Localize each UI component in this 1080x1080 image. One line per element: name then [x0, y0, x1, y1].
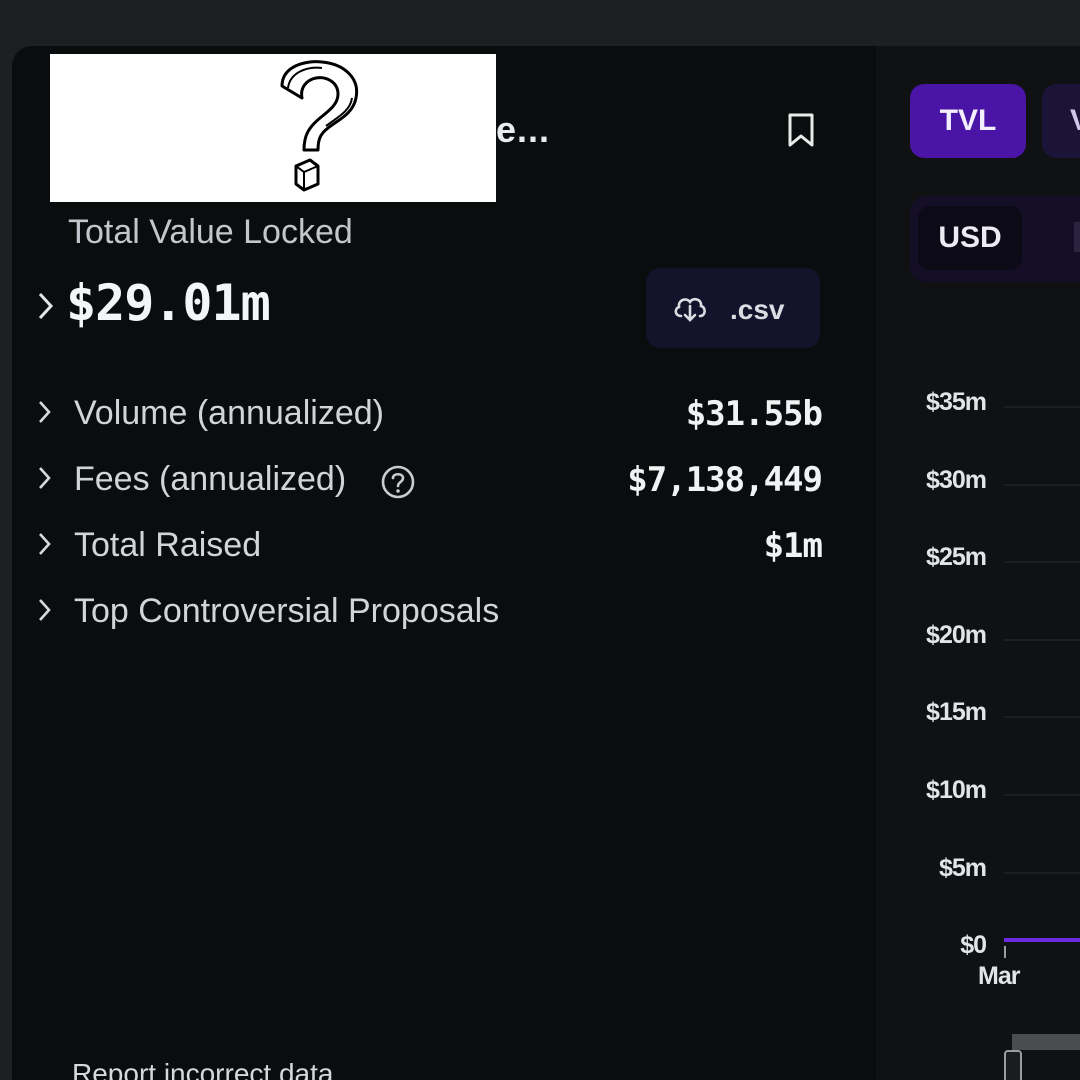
range-selector-handle[interactable]: [1004, 1050, 1022, 1080]
tab-volume[interactable]: V: [1042, 84, 1080, 158]
page: e... Total Value Locked $29.01m .csv Vol…: [0, 0, 1080, 1080]
stat-row-volume[interactable]: Volume (annualized) $31.55b: [36, 392, 823, 442]
unit-next-button[interactable]: [1074, 222, 1080, 252]
stat-row-fees[interactable]: Fees (annualized) $7,138,449: [36, 458, 823, 508]
x-tick-label: Mar: [978, 962, 1020, 990]
chevron-right-icon: [36, 398, 54, 431]
help-circle-icon[interactable]: [380, 464, 416, 505]
cloud-download-icon: [672, 294, 708, 329]
stat-label-proposals: Top Controversial Proposals: [74, 592, 500, 630]
stat-label-total-raised: Total Raised: [74, 526, 262, 564]
tvl-label: Total Value Locked: [68, 213, 353, 251]
stat-value-total-raised: $1m: [763, 526, 823, 566]
bookmark-icon: [788, 113, 814, 147]
protocol-title-truncated: e...: [496, 109, 551, 150]
download-csv-button[interactable]: .csv: [646, 268, 820, 348]
tvl-value: $29.01m: [66, 274, 271, 332]
bookmark-button[interactable]: [786, 112, 816, 148]
stat-label-fees: Fees (annualized): [74, 460, 347, 498]
unit-usd-button[interactable]: USD: [918, 206, 1022, 270]
tab-tvl[interactable]: TVL: [910, 84, 1026, 158]
y-tick-label: $15m: [926, 698, 987, 727]
y-tick-label: $5m: [938, 853, 987, 882]
stat-label-volume: Volume (annualized): [74, 394, 384, 432]
y-tick-label: $10m: [926, 776, 987, 804]
tvl-series-line: [1004, 938, 1080, 942]
stat-row-total-raised[interactable]: Total Raised $1m: [36, 524, 823, 574]
grid-line: [1004, 794, 1080, 796]
chevron-right-icon: [36, 596, 54, 629]
question-mark-icon: [280, 60, 359, 192]
stat-value-volume: $31.55b: [685, 394, 823, 434]
y-tick-label: $0: [960, 931, 987, 960]
range-selector-track[interactable]: [1012, 1034, 1080, 1050]
chevron-right-icon: [36, 530, 54, 563]
grid-line: [1004, 406, 1080, 408]
y-tick-label: $35m: [926, 388, 987, 416]
y-tick-label: $20m: [926, 620, 987, 649]
report-incorrect-data-link[interactable]: Report incorrect data: [72, 1058, 333, 1080]
chevron-right-icon: [36, 464, 54, 497]
grid-line: [1004, 871, 1080, 874]
x-axis-tick-mark: [1004, 946, 1006, 958]
grid-line: [1004, 716, 1080, 719]
grid-line: [1004, 483, 1080, 486]
grid-line: [1004, 638, 1080, 641]
y-tick-label: $30m: [926, 465, 987, 494]
csv-label: .csv: [730, 294, 785, 325]
y-tick-label: $25m: [926, 543, 987, 572]
stat-row-proposals[interactable]: Top Controversial Proposals: [36, 590, 822, 640]
grid-line: [1004, 561, 1080, 564]
stat-value-fees: $7,138,449: [627, 460, 823, 500]
tvl-expand-chevron-icon[interactable]: [36, 290, 56, 327]
redacted-title-overlay: [50, 54, 496, 202]
